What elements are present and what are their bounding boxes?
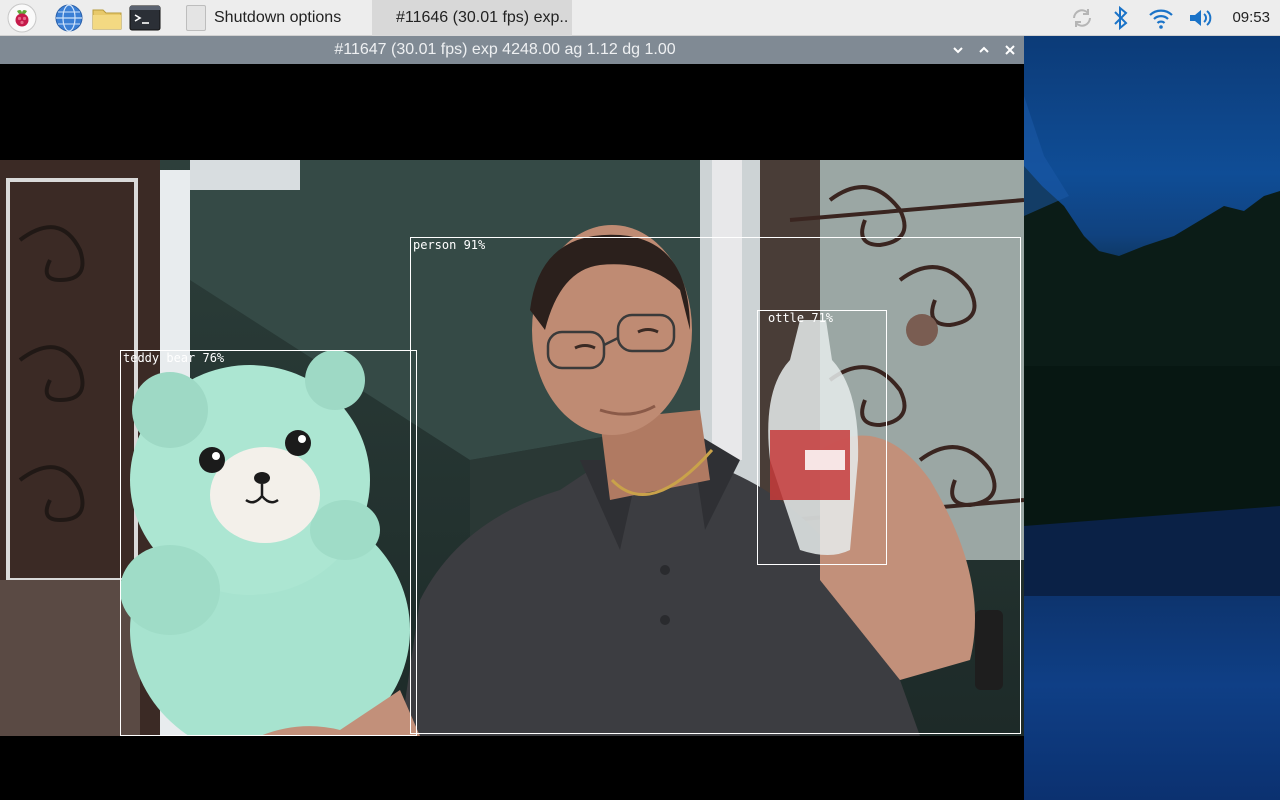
bluetooth-icon[interactable] — [1107, 4, 1135, 32]
detection-box-teddy-bear: teddy bear 76% — [120, 350, 417, 736]
task-label: Shutdown options — [214, 9, 342, 26]
detection-box-person: person 91% — [410, 237, 1021, 734]
camera-frame: person 91% teddy bear 76% ottle 71% — [0, 160, 1024, 736]
wifi-icon[interactable] — [1147, 4, 1175, 32]
task-label: #11646 (30.01 fps) exp.. — [396, 9, 569, 26]
close-icon — [1005, 45, 1015, 55]
detection-label: teddy bear 76% — [123, 351, 225, 365]
window-title: #11647 (30.01 fps) exp 4248.00 ag 1.12 d… — [334, 41, 676, 58]
task-shutdown-options[interactable]: Shutdown options — [176, 0, 370, 36]
web-browser-globe-icon[interactable] — [53, 2, 85, 34]
detection-label: person 91% — [413, 238, 486, 252]
clock[interactable]: 09:53 — [1232, 0, 1270, 36]
wallpaper-landscape — [1024, 96, 1280, 596]
detection-label: ottle 71% — [768, 311, 834, 325]
chevron-down-icon — [953, 47, 963, 54]
document-icon — [186, 5, 206, 31]
chevron-up-icon — [979, 46, 989, 53]
file-manager-folder-icon[interactable] — [91, 2, 123, 34]
task-camera-window[interactable]: #11646 (30.01 fps) exp.. — [372, 0, 572, 36]
maximize-button[interactable] — [974, 40, 994, 60]
raspberry-pi-menu-icon[interactable] — [6, 2, 38, 34]
taskbar: Shutdown options #11646 (30.01 fps) exp.… — [0, 0, 1280, 36]
camera-preview-window[interactable]: #11647 (30.01 fps) exp 4248.00 ag 1.12 d… — [0, 36, 1024, 800]
minimize-button[interactable] — [948, 40, 968, 60]
volume-icon[interactable] — [1187, 4, 1215, 32]
terminal-icon[interactable] — [129, 2, 161, 34]
close-button[interactable] — [1000, 40, 1020, 60]
desktop-wallpaper — [1024, 36, 1280, 800]
updates-sync-icon[interactable] — [1068, 4, 1096, 32]
window-titlebar[interactable]: #11647 (30.01 fps) exp 4248.00 ag 1.12 d… — [0, 36, 1024, 64]
detection-box-bottle: ottle 71% — [757, 310, 887, 565]
